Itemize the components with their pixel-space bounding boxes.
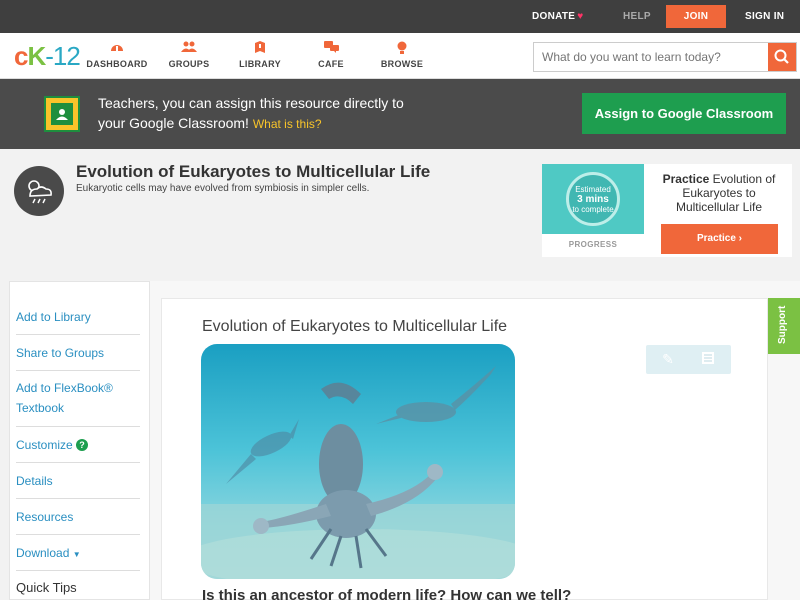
ck12-logo[interactable]: cK-12	[14, 41, 81, 72]
practice-thumbnail: Estimated 3 mins to complete	[542, 164, 644, 234]
search-input[interactable]	[534, 43, 768, 71]
teacher-message-line2: your Google Classroom!	[98, 115, 249, 131]
dashboard-icon	[77, 41, 157, 57]
sidebar-item-add-to-flexbook[interactable]: Add to FlexBook® Textbook	[16, 371, 140, 427]
sidebar-item-download[interactable]: Download ▼	[16, 535, 140, 571]
notes-icon[interactable]	[700, 351, 716, 367]
weather-icon	[14, 166, 64, 216]
main-nav: cK-12 DASHBOARD GROUPS LIBRARY CAFE BROW…	[0, 33, 800, 79]
sea-scorpion-image	[201, 344, 515, 579]
support-tab[interactable]: Support	[768, 298, 800, 354]
teacher-message: Teachers, you can assign this resource d…	[98, 93, 478, 134]
caret-down-icon: ▼	[72, 550, 81, 559]
page-subtitle: Eukaryotic cells may have evolved from s…	[76, 183, 370, 194]
practice-card: Estimated 3 mins to complete PROGRESS Pr…	[542, 164, 792, 257]
nav-library-label: LIBRARY	[239, 59, 281, 69]
donate-link[interactable]: DONATE ♥	[532, 0, 584, 33]
nav-cafe-label: CAFE	[318, 59, 344, 69]
sidebar-item-customize[interactable]: Customize ?	[16, 427, 140, 463]
teacher-message-line1: Teachers, you can assign this resource d…	[98, 95, 404, 111]
google-classroom-icon	[44, 96, 80, 132]
sidebar-item-details[interactable]: Details	[16, 463, 140, 499]
customize-label: Customize	[16, 438, 73, 452]
join-button[interactable]: JOIN	[666, 5, 726, 28]
search-box	[533, 42, 797, 72]
quick-tips-heading[interactable]: Quick Tips	[16, 580, 77, 595]
content-title: Evolution of Eukaryotes to Multicellular…	[202, 318, 508, 335]
title-area: Evolution of Eukaryotes to Multicellular…	[0, 149, 800, 280]
estimate-to-complete: to complete	[572, 205, 614, 214]
assign-google-classroom-button[interactable]: Assign to Google Classroom	[582, 93, 786, 134]
sign-in-link[interactable]: SIGN IN	[745, 0, 784, 33]
support-label: Support	[777, 305, 788, 344]
logo-k: K	[27, 41, 46, 71]
sidebar: Add to Library Share to Groups Add to Fl…	[9, 281, 150, 600]
nav-library[interactable]: LIBRARY	[220, 41, 300, 69]
estimate-badge: Estimated 3 mins to complete	[566, 172, 620, 226]
nav-dashboard[interactable]: DASHBOARD	[77, 41, 157, 69]
chevron-right-icon: ›	[738, 233, 743, 244]
sidebar-item-add-to-library[interactable]: Add to Library	[16, 299, 140, 335]
logo-c: c	[14, 41, 29, 71]
page-title: Evolution of Eukaryotes to Multicellular…	[76, 162, 431, 181]
groups-icon	[149, 41, 229, 57]
progress-label: PROGRESS	[568, 240, 618, 249]
nav-browse-label: BROWSE	[380, 59, 424, 69]
logo-rest: -12	[45, 41, 81, 71]
heart-icon: ♥	[577, 11, 584, 22]
what-is-this-link[interactable]: What is this?	[253, 117, 322, 131]
annotation-toolbar: ✎	[646, 345, 731, 374]
nav-cafe[interactable]: CAFE	[291, 41, 371, 69]
nav-dashboard-label: DASHBOARD	[86, 59, 148, 69]
donate-label: DONATE	[532, 11, 576, 22]
google-classroom-banner: Teachers, you can assign this resource d…	[0, 79, 800, 149]
practice-button[interactable]: Practice ›	[661, 224, 778, 254]
search-button[interactable]	[768, 43, 796, 71]
practice-button-label: Practice	[696, 233, 736, 244]
estimate-mins: 3 mins	[577, 194, 609, 205]
nav-groups-label: GROUPS	[168, 59, 210, 69]
search-icon	[774, 49, 789, 64]
nav-groups[interactable]: GROUPS	[149, 41, 229, 69]
download-label: Download	[16, 546, 70, 560]
library-icon	[220, 41, 300, 57]
cafe-icon	[291, 41, 371, 57]
sidebar-item-resources[interactable]: Resources	[16, 499, 140, 535]
browse-icon	[362, 41, 442, 57]
pencil-icon[interactable]: ✎	[660, 351, 676, 367]
practice-bold: Practice	[662, 172, 710, 186]
practice-title: Practice Evolution of Eukaryotes to Mult…	[652, 172, 786, 214]
help-icon[interactable]: ?	[76, 439, 89, 451]
top-bar: DONATE ♥ HELP JOIN SIGN IN	[0, 0, 800, 33]
nav-browse[interactable]: BROWSE	[362, 41, 442, 69]
content-question: Is this an ancestor of modern life? How …	[202, 587, 572, 600]
help-link[interactable]: HELP	[623, 0, 651, 33]
sidebar-item-share-to-groups[interactable]: Share to Groups	[16, 335, 140, 371]
